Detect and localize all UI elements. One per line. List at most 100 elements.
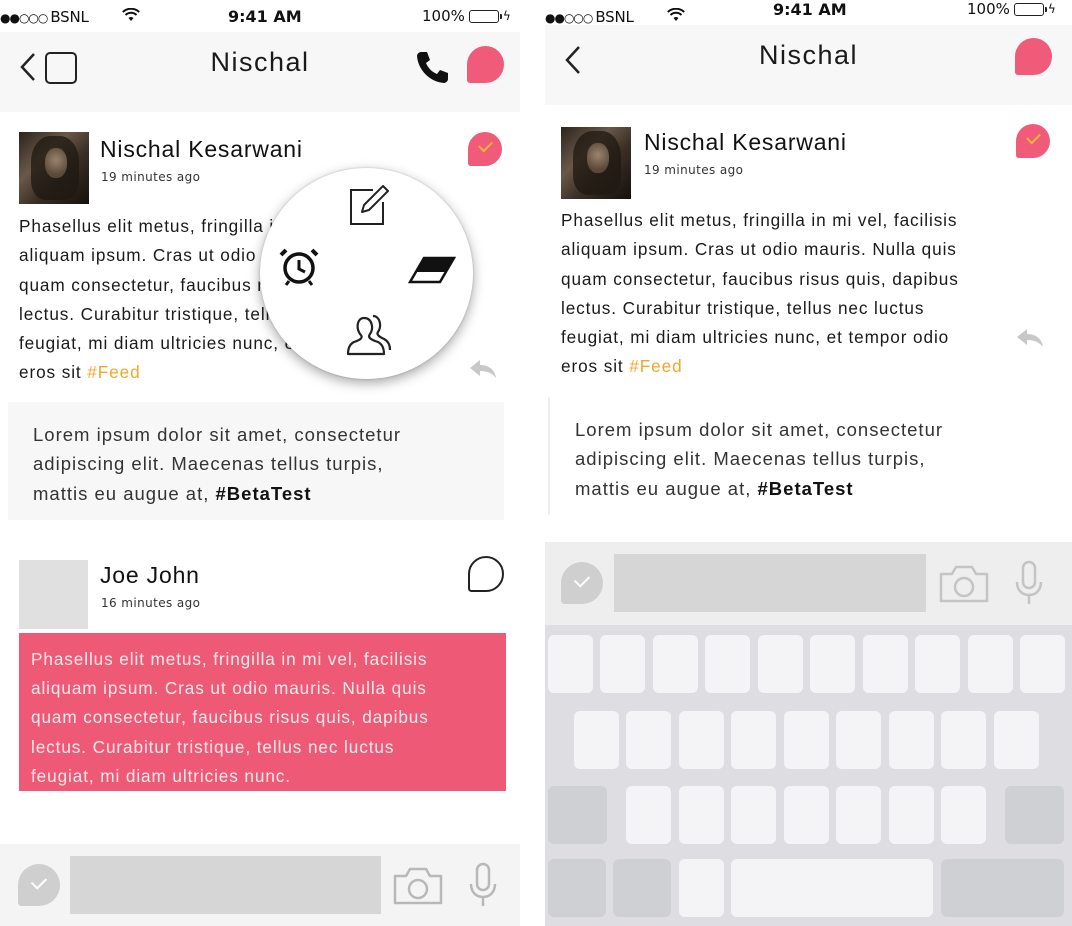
status-time: 9:41 AM xyxy=(773,0,847,19)
status-time: 9:41 AM xyxy=(228,7,302,26)
check-badge-icon[interactable] xyxy=(18,864,60,906)
phone-icon[interactable] xyxy=(415,49,451,85)
quote-line: Lorem ipsum dolor sit amet, consectetur xyxy=(33,424,402,445)
wifi-icon xyxy=(667,7,685,26)
message-composer xyxy=(0,844,520,926)
avatar[interactable] xyxy=(19,560,88,629)
post-author[interactable]: Nischal Kesarwani xyxy=(644,129,847,156)
keyboard-key[interactable] xyxy=(705,635,750,693)
check-badge-icon[interactable] xyxy=(561,562,603,604)
keyboard-key[interactable] xyxy=(679,786,724,844)
keyboard-key[interactable] xyxy=(626,711,671,769)
quote-line-last: mattis eu augue at, #BetaTest xyxy=(575,474,1039,503)
chat-bubble-icon[interactable] xyxy=(1015,38,1052,75)
globe-key[interactable] xyxy=(613,859,671,917)
battery-indicator: 100% ϟ xyxy=(967,0,1056,18)
post-line: Phasellus elit metus, fringilla in mi ve… xyxy=(561,210,958,230)
mic-icon[interactable] xyxy=(468,862,498,908)
keyboard xyxy=(545,625,1072,926)
mic-key[interactable] xyxy=(679,859,724,917)
post-time: 19 minutes ago xyxy=(101,170,201,184)
numbers-key[interactable] xyxy=(548,859,606,917)
message-input[interactable] xyxy=(70,856,381,914)
edit-icon[interactable] xyxy=(343,182,391,230)
keyboard-key[interactable] xyxy=(731,786,776,844)
post-line: eros sit xyxy=(561,356,624,377)
message-input[interactable] xyxy=(614,554,926,612)
keyboard-key[interactable] xyxy=(731,711,776,769)
keyboard-key[interactable] xyxy=(968,635,1013,693)
space-key[interactable] xyxy=(731,859,933,917)
avatar[interactable] xyxy=(19,132,89,204)
hashtag-betatest[interactable]: #BetaTest xyxy=(758,478,854,499)
message-line: feugiat, mi diam ultricies nunc. xyxy=(31,765,291,786)
post-line: eros sit xyxy=(19,362,82,383)
keyboard-key[interactable] xyxy=(600,635,645,693)
carrier-name: BSNL xyxy=(595,8,634,26)
keyboard-key[interactable] xyxy=(941,786,986,844)
post-author[interactable]: Joe John xyxy=(100,562,200,589)
charging-icon: ϟ xyxy=(502,9,511,23)
keyboard-key[interactable] xyxy=(784,711,829,769)
post-line: lectus. Curabitur tristique, tellus nec … xyxy=(561,297,925,318)
mic-icon[interactable] xyxy=(1014,560,1044,606)
chat-bubble-icon[interactable] xyxy=(468,556,504,592)
quoted-message[interactable]: Lorem ipsum dolor sit amet, consectetur … xyxy=(8,402,504,520)
camera-icon[interactable] xyxy=(938,564,990,604)
carrier: ●●○○○ BSNL xyxy=(0,8,89,26)
signal-strength-icon: ●●○○○ xyxy=(0,11,48,25)
nav-bar: Nischal xyxy=(545,25,1072,105)
keyboard-key[interactable] xyxy=(941,711,986,769)
battery-icon xyxy=(1013,2,1047,16)
keyboard-key[interactable] xyxy=(994,711,1039,769)
hashtag-feed[interactable]: #Feed xyxy=(629,356,682,376)
keyboard-key[interactable] xyxy=(863,635,908,693)
chat-screen-with-keyboard: ●●○○○ BSNL 9:41 AM 100% ϟ Nischal Nischal… xyxy=(545,0,1072,926)
keyboard-key[interactable] xyxy=(889,786,934,844)
post-author[interactable]: Nischal Kesarwani xyxy=(100,136,303,163)
status-bar: ●●○○○ BSNL 9:41 AM 100% ϟ xyxy=(0,0,520,32)
message-line: Phasellus elit metus, fringilla in mi ve… xyxy=(31,649,428,669)
return-key[interactable] xyxy=(941,859,1064,917)
keyboard-key[interactable] xyxy=(679,711,724,769)
highlighted-message[interactable]: Phasellus elit metus, fringilla in mi ve… xyxy=(19,633,506,791)
eraser-icon[interactable] xyxy=(407,244,457,292)
battery-icon xyxy=(468,9,502,23)
post-line-last: eros sit #Feed xyxy=(19,358,509,387)
carrier: ●●○○○ BSNL xyxy=(545,8,634,26)
check-badge-icon[interactable] xyxy=(1016,124,1050,158)
keyboard-key[interactable] xyxy=(653,635,698,693)
quote-line: adipiscing elit. Maecenas tellus turpis, xyxy=(575,448,926,470)
keyboard-key[interactable] xyxy=(626,786,671,844)
keyboard-key[interactable] xyxy=(836,711,881,769)
quote-line-last: mattis eu augue at, #BetaTest xyxy=(33,479,490,508)
keyboard-key[interactable] xyxy=(889,711,934,769)
chat-bubble-icon[interactable] xyxy=(467,46,504,83)
quoted-message[interactable]: Lorem ipsum dolor sit amet, consectetur … xyxy=(548,397,1053,515)
keyboard-key[interactable] xyxy=(758,635,803,693)
reply-icon[interactable] xyxy=(468,358,498,380)
post-time: 16 minutes ago xyxy=(101,596,201,610)
shift-key[interactable] xyxy=(548,786,607,844)
avatar[interactable] xyxy=(561,127,631,199)
check-badge-icon[interactable] xyxy=(468,132,502,166)
keyboard-key[interactable] xyxy=(810,635,855,693)
keyboard-key[interactable] xyxy=(1020,635,1065,693)
reply-icon[interactable] xyxy=(1015,327,1045,349)
delete-key[interactable] xyxy=(1005,786,1064,844)
charging-icon: ϟ xyxy=(1047,2,1056,16)
feed-post: Nischal Kesarwani 19 minutes ago Phasell… xyxy=(545,105,1072,395)
keyboard-key[interactable] xyxy=(548,635,593,693)
alarm-icon[interactable] xyxy=(277,242,325,290)
keyboard-key[interactable] xyxy=(915,635,960,693)
hashtag-betatest[interactable]: #BetaTest xyxy=(216,483,312,504)
keyboard-key[interactable] xyxy=(836,786,881,844)
contacts-icon[interactable] xyxy=(344,312,392,360)
battery-percent: 100% xyxy=(422,7,465,25)
keyboard-key[interactable] xyxy=(574,711,619,769)
quote-line: adipiscing elit. Maecenas tellus turpis, xyxy=(33,453,384,475)
camera-icon[interactable] xyxy=(392,866,444,906)
keyboard-key[interactable] xyxy=(784,786,829,844)
hashtag-feed[interactable]: #Feed xyxy=(87,362,140,382)
post-line-last: eros sit #Feed xyxy=(561,352,1061,381)
